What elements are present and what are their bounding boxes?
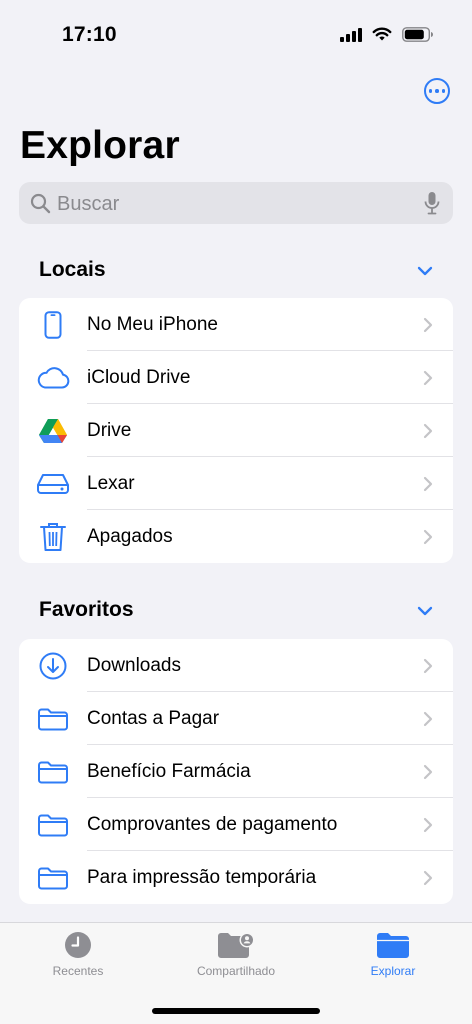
- folder-icon: [35, 692, 71, 745]
- status-icons: [340, 26, 434, 42]
- tab-label: Recentes: [52, 964, 104, 978]
- list-item-comprovantes-de-pagamento[interactable]: Comprovantes de pagamento: [19, 798, 453, 851]
- search-input[interactable]: Buscar: [19, 182, 453, 224]
- list-item-label: Benefício Farmácia: [87, 761, 251, 782]
- external-drive-icon: [35, 457, 71, 510]
- google-drive-icon: [35, 404, 71, 457]
- tab-explorar[interactable]: Explorar: [328, 931, 458, 978]
- folder-icon: [35, 745, 71, 798]
- folder-icon: [35, 798, 71, 851]
- list-item-label: Drive: [87, 420, 132, 441]
- wifi-icon: [372, 27, 392, 40]
- ellipsis-circle-icon: [428, 89, 433, 93]
- chevron-right-icon: [423, 817, 433, 833]
- list-item-icloud-drive[interactable]: iCloud Drive: [19, 351, 453, 404]
- chevron-right-icon: [423, 658, 433, 674]
- favoritos-list: Downloads Contas a Pagar Benefício Farmá…: [19, 639, 453, 904]
- cloud-icon: [35, 351, 71, 404]
- list-item-drive[interactable]: Drive: [19, 404, 453, 457]
- clock-icon: [65, 932, 91, 958]
- tab-label: Explorar: [370, 964, 416, 978]
- search-icon: [30, 193, 51, 214]
- tab-label: Compartilhado: [196, 964, 276, 978]
- status-time: 17:10: [62, 23, 117, 46]
- chevron-right-icon: [423, 764, 433, 780]
- cellular-signal-icon: [340, 26, 362, 42]
- chevron-right-icon: [423, 529, 433, 545]
- list-item-para-impressao-temporaria[interactable]: Para impressão temporária: [19, 851, 453, 904]
- search-placeholder: Buscar: [57, 193, 120, 215]
- list-item-contas-a-pagar[interactable]: Contas a Pagar: [19, 692, 453, 745]
- microphone-icon[interactable]: [424, 191, 440, 215]
- chevron-down-icon[interactable]: [417, 266, 433, 276]
- locais-list: No Meu iPhone iCloud Drive Drive Lexar A…: [19, 298, 453, 563]
- list-item-label: Contas a Pagar: [87, 708, 220, 729]
- chevron-right-icon: [423, 423, 433, 439]
- folder-fill-icon: [377, 933, 409, 958]
- chevron-right-icon: [423, 317, 433, 333]
- chevron-right-icon: [423, 476, 433, 492]
- list-item-no-meu-iphone[interactable]: No Meu iPhone: [19, 298, 453, 351]
- chevron-right-icon: [423, 711, 433, 727]
- folder-icon: [35, 851, 71, 904]
- iphone-icon: [35, 298, 71, 351]
- more-options-button[interactable]: [424, 78, 450, 104]
- list-item-beneficio-farmacia[interactable]: Benefício Farmácia: [19, 745, 453, 798]
- list-item-label: Lexar: [87, 473, 135, 494]
- section-title-locais[interactable]: Locais: [39, 258, 106, 282]
- chevron-down-icon[interactable]: [417, 606, 433, 616]
- list-item-label: Downloads: [87, 655, 181, 676]
- battery-icon: [402, 26, 433, 42]
- section-title-favoritos[interactable]: Favoritos: [39, 598, 134, 622]
- home-indicator[interactable]: [152, 1008, 320, 1014]
- list-item-apagados[interactable]: Apagados: [19, 510, 453, 563]
- chevron-right-icon: [423, 870, 433, 886]
- list-item-label: Para impressão temporária: [87, 867, 317, 888]
- tab-recentes[interactable]: Recentes: [13, 931, 143, 978]
- trash-icon: [35, 510, 71, 563]
- list-item-lexar[interactable]: Lexar: [19, 457, 453, 510]
- chevron-right-icon: [423, 370, 433, 386]
- shared-folder-icon: [218, 932, 255, 958]
- list-item-label: iCloud Drive: [87, 367, 191, 388]
- status-bar: 17:10: [0, 0, 472, 70]
- tab-compartilhado[interactable]: Compartilhado: [171, 931, 301, 978]
- list-item-label: Apagados: [87, 526, 173, 547]
- download-circle-icon: [35, 639, 71, 692]
- list-item-label: Comprovantes de pagamento: [87, 814, 338, 835]
- page-title: Explorar: [20, 124, 180, 167]
- list-item-downloads[interactable]: Downloads: [19, 639, 453, 692]
- list-item-label: No Meu iPhone: [87, 314, 218, 335]
